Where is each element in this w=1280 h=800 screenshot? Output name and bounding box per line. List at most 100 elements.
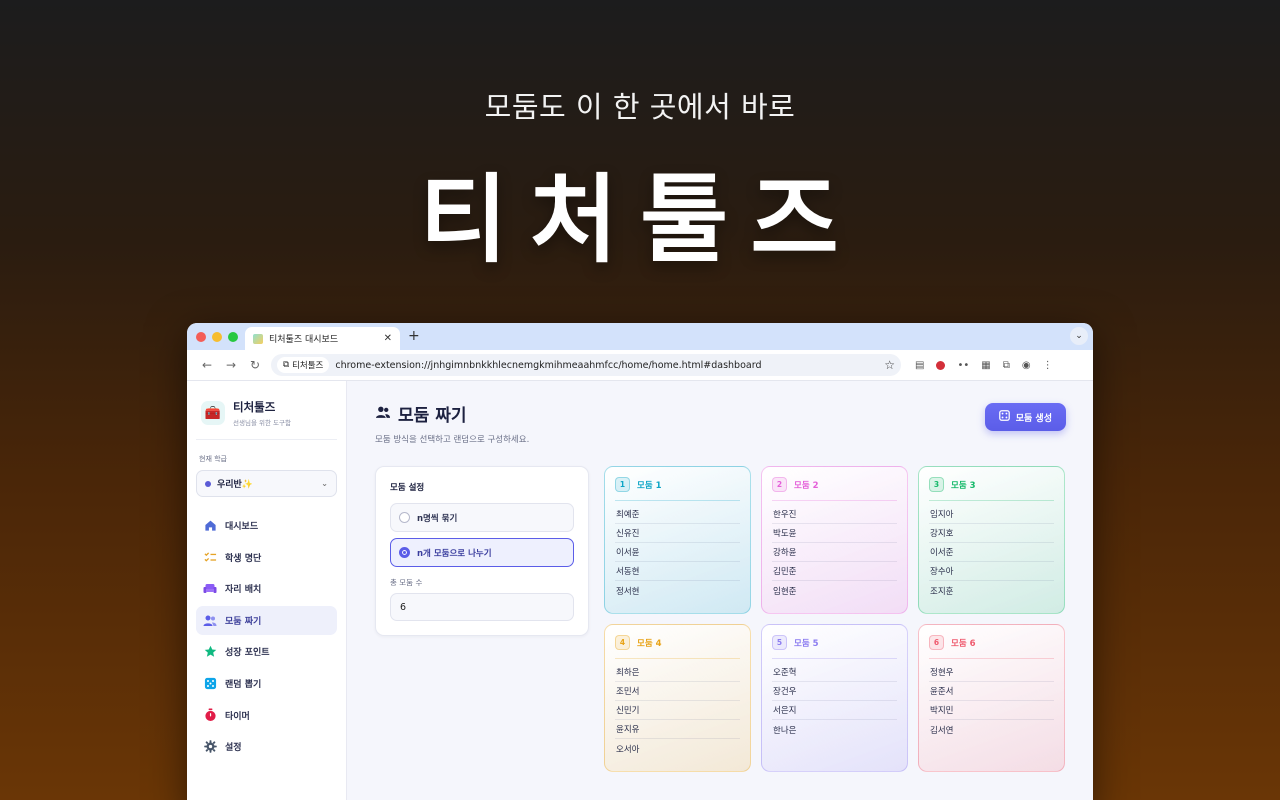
group-card: 3 모둠 3 임지아 강지호 이서준 장수아 조지훈 [918, 466, 1065, 614]
group-member: 윤지유 [615, 720, 740, 739]
forward-icon[interactable]: → [219, 358, 243, 372]
group-member: 김민준 [772, 562, 897, 581]
sidebar-item-random-pick[interactable]: 랜덤 뽑기 [196, 669, 337, 698]
teachertools-extension-icon[interactable]: ▦ [981, 360, 990, 371]
group-name: 모둠 5 [794, 638, 819, 649]
class-select-value: 우리반✨ [217, 480, 254, 490]
browser-toolbar: ← → ↻ ⧉ 티처툴즈 chrome-extension://jnhgimnb… [187, 350, 1093, 381]
sidebar-item-seating[interactable]: 자리 배치 [196, 574, 337, 603]
sidebar: 🧰 티처툴즈 선생님을 위한 도구함 현재 학급 우리반✨ ⌄ 대시보드 학생 … [187, 381, 347, 800]
group-member: 오준혁 [772, 663, 897, 682]
extensions-puzzle-icon[interactable]: ⧉ [1003, 360, 1010, 371]
tab-close-icon[interactable]: ✕ [384, 333, 392, 344]
generate-groups-button[interactable]: 모둠 생성 [984, 403, 1066, 431]
maximize-window-button[interactable] [228, 332, 238, 342]
group-card: 2 모둠 2 한우진 박도윤 강하윤 김민준 임현준 [761, 466, 908, 614]
group-card: 6 모둠 6 정현우 윤준서 박지민 김서연 [918, 624, 1065, 772]
radio-checked-icon [399, 547, 410, 558]
new-tab-button[interactable]: + [408, 328, 420, 344]
window-controls [196, 332, 238, 342]
close-window-button[interactable] [196, 332, 206, 342]
minimize-window-button[interactable] [212, 332, 222, 342]
tab-title: 티처툴즈 대시보드 [269, 335, 339, 345]
class-select[interactable]: 우리반✨ ⌄ [196, 470, 337, 497]
sidebar-item-dashboard[interactable]: 대시보드 [196, 511, 337, 540]
stopwatch-icon [203, 708, 217, 722]
main-content: 모둠 짜기 모둠 방식을 선택하고 랜덤으로 구성하세요. 모둠 생성 모둠 설… [347, 381, 1093, 800]
group-member: 서동현 [615, 562, 740, 581]
class-dot-icon [205, 480, 211, 487]
extension-icons: ▤ •• ▦ ⧉ ◉ ⋮ [915, 360, 1053, 371]
group-name: 모둠 3 [951, 480, 976, 491]
group-number-badge: 3 [929, 477, 944, 492]
back-icon[interactable]: ← [195, 358, 219, 372]
extension-chip[interactable]: ⧉ 티처툴즈 [277, 357, 330, 373]
group-member: 최예준 [615, 505, 740, 524]
group-member: 강지호 [929, 524, 1054, 543]
profile-icon[interactable]: ◉ [1022, 360, 1031, 371]
gear-icon [203, 740, 217, 754]
tab-favicon-icon [253, 333, 263, 344]
group-count-label: 총 모둠 수 [390, 578, 423, 587]
chevron-down-icon: ⌄ [321, 479, 328, 488]
url-text: chrome-extension://jnhgimnbnkkhlecnemgkm… [335, 359, 762, 371]
sidebar-item-label: 랜덤 뽑기 [225, 679, 262, 690]
sidebar-item-timer[interactable]: 타이머 [196, 701, 337, 730]
group-member: 이서윤 [615, 543, 740, 562]
group-card: 5 모둠 5 오준혁 장건우 서은지 한나은 [761, 624, 908, 772]
group-name: 모둠 2 [794, 480, 819, 491]
group-member: 윤준서 [929, 682, 1054, 701]
dice-icon [203, 676, 217, 690]
page-description: 모둠 방식을 선택하고 랜덤으로 구성하세요. [375, 435, 530, 445]
option-label: n개 모둠으로 나누기 [417, 548, 492, 559]
group-number-badge: 4 [615, 635, 630, 650]
brand-name: 티처툴즈 [233, 400, 276, 414]
sidebar-item-students[interactable]: 학생 명단 [196, 543, 337, 572]
brand-description: 선생님을 위한 도구함 [233, 419, 291, 427]
group-header: 3 모둠 3 [929, 477, 1054, 501]
group-card: 4 모둠 4 최하은 조민서 신민기 윤지유 오서아 [604, 624, 751, 772]
sofa-icon [203, 582, 217, 596]
group-settings-panel: 모둠 설정 n명씩 묶기 n개 모둠으로 나누기 총 모둠 수 6 [375, 466, 589, 636]
brand: 🧰 티처툴즈 선생님을 위한 도구함 [196, 399, 337, 440]
users-icon [203, 613, 217, 627]
group-member: 최하은 [615, 663, 740, 682]
group-member: 한우진 [772, 505, 897, 524]
reload-icon[interactable]: ↻ [243, 358, 267, 372]
group-card: 1 모둠 1 최예준 신유진 이서윤 서동현 정서현 [604, 466, 751, 614]
sidebar-item-settings[interactable]: 설정 [196, 732, 337, 761]
group-member: 장건우 [772, 682, 897, 701]
group-member: 신민기 [615, 701, 740, 720]
puzzle-icon: ⧉ [283, 360, 290, 370]
group-count-input[interactable]: 6 [390, 593, 574, 621]
group-member: 신유진 [615, 524, 740, 543]
sidebar-item-label: 대시보드 [225, 522, 259, 532]
group-number-badge: 2 [772, 477, 787, 492]
settings-title: 모둠 설정 [390, 483, 425, 493]
option-group-by-count[interactable]: n개 모둠으로 나누기 [390, 538, 574, 567]
users-icon [375, 404, 391, 423]
alert-extension-icon[interactable] [936, 360, 946, 370]
group-name: 모둠 6 [951, 638, 976, 649]
sidebar-item-label: 설정 [225, 743, 242, 754]
address-bar[interactable]: ⧉ 티처툴즈 chrome-extension://jnhgimnbnkkhle… [271, 354, 901, 376]
brand-logo-icon: 🧰 [201, 401, 225, 425]
sidebar-item-growth-points[interactable]: 성장 포인트 [196, 637, 337, 666]
group-member: 임지아 [929, 505, 1054, 524]
home-icon [203, 519, 217, 533]
sidebar-item-groups[interactable]: 모둠 짜기 [196, 605, 337, 635]
eyes-extension-icon[interactable]: •• [957, 360, 969, 371]
group-member: 정현우 [929, 663, 1054, 682]
group-member: 박도윤 [772, 524, 897, 543]
browser-menu-icon[interactable]: ⋮ [1043, 360, 1053, 371]
browser-tab[interactable]: 티처툴즈 대시보드 ✕ [245, 327, 400, 350]
option-label: n명씩 묶기 [417, 513, 458, 524]
sidebar-item-label: 모둠 짜기 [225, 616, 262, 627]
bookmark-star-icon[interactable]: ☆ [884, 358, 895, 372]
option-group-by-size[interactable]: n명씩 묶기 [390, 503, 574, 532]
groups-grid: 1 모둠 1 최예준 신유진 이서윤 서동현 정서현 2 모둠 2 한우진 박도윤 강하윤 김민준 임현준… [604, 466, 1065, 772]
group-member: 김서연 [930, 725, 954, 736]
group-member: 장수아 [929, 562, 1054, 581]
tab-search-icon[interactable]: ⌄ [1070, 327, 1088, 345]
reader-extension-icon[interactable]: ▤ [915, 360, 924, 371]
